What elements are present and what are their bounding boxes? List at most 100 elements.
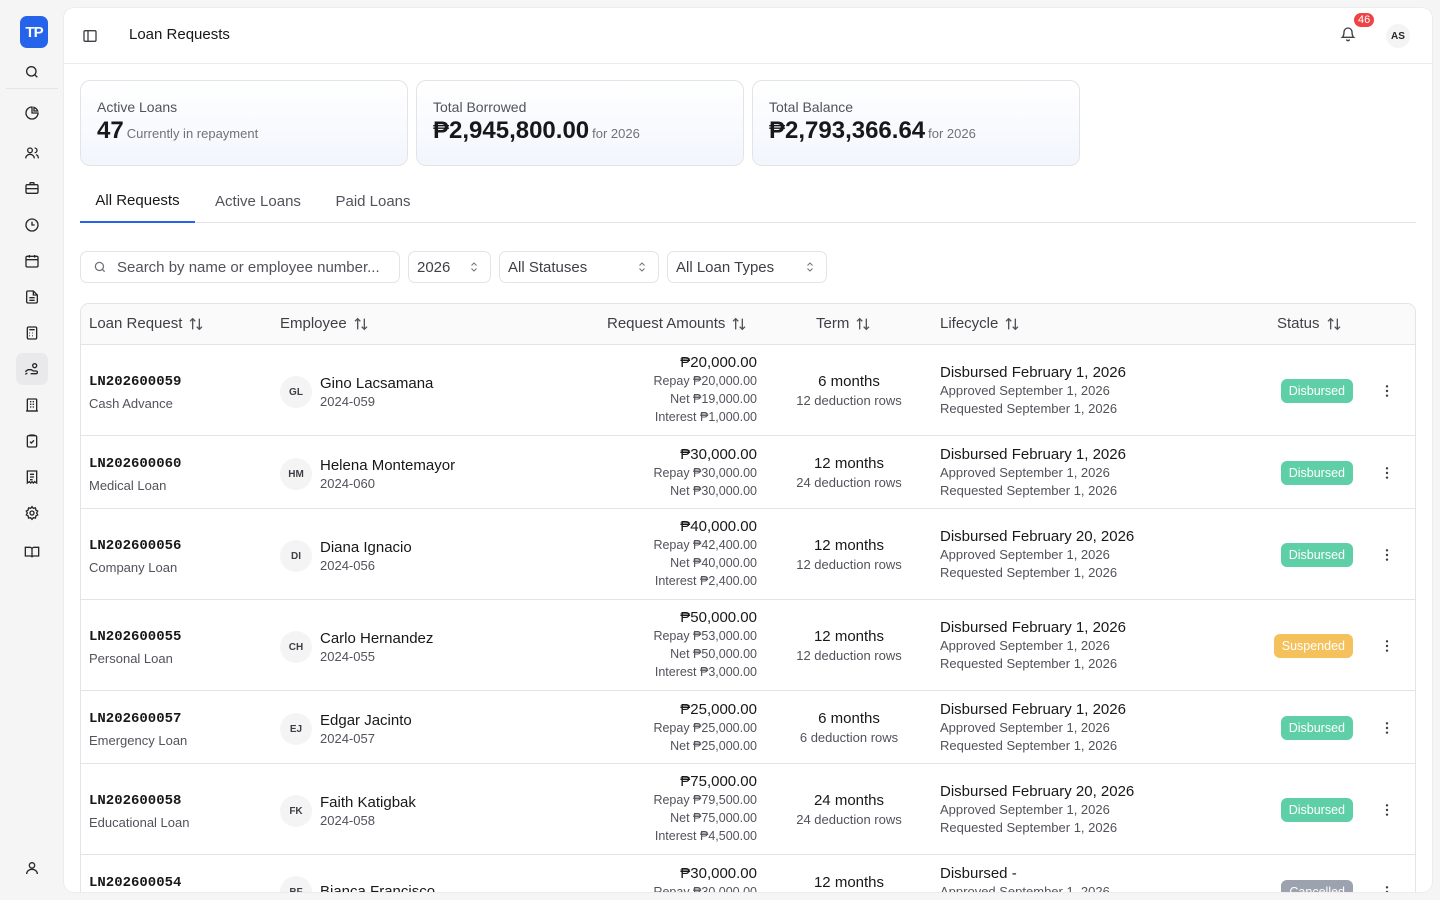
- table-row[interactable]: LN202600060 Medical Loan HM Helena Monte…: [81, 436, 1415, 509]
- deduction-rows: 12 deduction rows: [796, 648, 902, 663]
- loan-hand-icon[interactable]: [16, 353, 48, 385]
- row-actions-menu-icon[interactable]: [1375, 543, 1399, 567]
- table-row[interactable]: LN202600058 Educational Loan FK Faith Ka…: [81, 764, 1415, 855]
- term-months: 12 months: [813, 628, 885, 645]
- loan-request-cell: LN202600058 Educational Loan: [89, 793, 189, 830]
- stat-suffix: for 2026: [928, 126, 976, 141]
- lifecycle-event: Disbursed February 20, 2026: [940, 783, 1135, 800]
- chart-pie-icon[interactable]: [16, 97, 48, 129]
- search-input[interactable]: [117, 258, 387, 276]
- amount-detail: Net ₱75,000.00: [670, 811, 757, 825]
- sort-icon: [189, 317, 203, 330]
- building-icon[interactable]: [16, 389, 48, 421]
- amount-detail: Net ₱19,000.00: [670, 392, 757, 406]
- icon-rail: TP: [0, 0, 64, 900]
- employee-number: 2024-056: [320, 558, 375, 573]
- loan-number[interactable]: LN202600058: [89, 793, 189, 809]
- loan-number[interactable]: LN202600059: [89, 374, 181, 390]
- row-actions-menu-icon[interactable]: [1375, 634, 1399, 658]
- employee-name: Helena Montemayor: [320, 457, 456, 474]
- calendar-icon[interactable]: [16, 245, 48, 277]
- book-open-icon[interactable]: [16, 536, 48, 568]
- request-amounts-cell: ₱40,000.00 Repay ₱42,400.00 Net ₱40,000.00…: [557, 517, 757, 590]
- loan-type-select[interactable]: All Loan Types: [667, 251, 827, 283]
- sidebar-toggle-icon[interactable]: [80, 24, 100, 48]
- clipboard-check-icon[interactable]: [16, 425, 48, 457]
- row-actions-menu-icon[interactable]: [1375, 379, 1399, 403]
- chevron-up-down-icon: [639, 262, 645, 272]
- employee-avatar: DI: [280, 540, 312, 572]
- amount-detail: Repay ₱53,000.00: [653, 629, 757, 643]
- loan-number[interactable]: LN202600060: [89, 456, 181, 472]
- tab-paid-loans[interactable]: Paid Loans: [325, 180, 421, 223]
- employee-avatar: HM: [280, 458, 312, 490]
- amount-detail: Interest ₱1,000.00: [654, 410, 757, 424]
- employee-avatar: BF: [280, 876, 312, 892]
- stat-card-active-loans: Active Loans 47 Currently in repayment: [80, 80, 408, 166]
- amount-detail: Net ₱30,000.00: [670, 484, 757, 498]
- app-logo[interactable]: TP: [20, 16, 48, 48]
- table-row[interactable]: LN202600054 BF Bianca Francisco ₱30,000.…: [81, 855, 1415, 892]
- employee-cell: HM Helena Montemayor 2024-060: [280, 457, 455, 491]
- tab-all-requests[interactable]: All Requests: [80, 180, 195, 223]
- row-actions-menu-icon[interactable]: [1375, 880, 1399, 892]
- table-row[interactable]: LN202600059 Cash Advance GL Gino Lacsama…: [81, 345, 1415, 436]
- bell-icon[interactable]: [1340, 26, 1360, 46]
- table-row[interactable]: LN202600056 Company Loan DI Diana Ignaci…: [81, 509, 1415, 600]
- notification-count-badge[interactable]: 46: [1352, 11, 1377, 29]
- loan-number[interactable]: LN202600057: [89, 711, 187, 727]
- request-amount: ₱40,000.00: [680, 518, 757, 535]
- briefcase-icon[interactable]: [16, 172, 48, 204]
- lifecycle-event: Disbursed February 20, 2026: [940, 528, 1135, 545]
- employee-number: 2024-057: [320, 731, 375, 746]
- gear-icon[interactable]: [16, 497, 48, 529]
- row-actions-menu-icon[interactable]: [1375, 716, 1399, 740]
- lifecycle-cell: Disbursed February 1, 2026 Approved Septe…: [940, 618, 1126, 673]
- column-header-term[interactable]: Term: [816, 315, 871, 332]
- amount-detail: Interest ₱3,000.00: [654, 665, 757, 679]
- employee-cell: EJ Edgar Jacinto 2024-057: [280, 712, 412, 746]
- user-avatar[interactable]: AS: [1386, 24, 1410, 48]
- table-row[interactable]: LN202600057 Emergency Loan EJ Edgar Jaci…: [81, 691, 1415, 764]
- year-select[interactable]: 2026: [408, 251, 491, 283]
- employee-name: Gino Lacsamana: [320, 375, 434, 392]
- lifecycle-event: Approved September 1, 2026: [940, 547, 1110, 562]
- receipt-icon[interactable]: [16, 461, 48, 493]
- loan-type: Educational Loan: [89, 815, 190, 830]
- tab-active-loans[interactable]: Active Loans: [203, 180, 313, 223]
- request-amount: ₱30,000.00: [680, 865, 757, 882]
- lifecycle-event: Requested September 1, 2026: [940, 656, 1118, 671]
- column-header-request-amounts[interactable]: Request Amounts: [607, 315, 747, 332]
- employee-number: 2024-059: [320, 394, 375, 409]
- clock-icon[interactable]: [16, 209, 48, 241]
- employee-number: 2024-058: [320, 813, 375, 828]
- column-header-status[interactable]: Status: [1277, 315, 1342, 332]
- request-amounts-cell: ₱50,000.00 Repay ₱53,000.00 Net ₱50,000.00…: [557, 608, 757, 681]
- column-header-loan-request[interactable]: Loan Request: [89, 315, 204, 332]
- document-icon[interactable]: [16, 281, 48, 313]
- loan-number[interactable]: LN202600055: [89, 629, 181, 645]
- users-icon[interactable]: [16, 137, 48, 169]
- term-months: 24 months: [813, 792, 885, 809]
- loan-request-cell: LN202600060 Medical Loan: [89, 456, 181, 493]
- loan-request-cell: LN202600056 Company Loan: [89, 538, 181, 575]
- column-header-employee[interactable]: Employee: [280, 315, 369, 332]
- lifecycle-event: Approved September 1, 2026: [940, 465, 1110, 480]
- user-icon[interactable]: [16, 852, 48, 884]
- loan-request-cell: LN202600055 Personal Loan: [89, 629, 181, 666]
- amount-detail: Repay ₱42,400.00: [653, 538, 757, 552]
- loan-number[interactable]: LN202600056: [89, 538, 181, 554]
- stat-value: ₱2,793,366.64: [769, 117, 926, 144]
- page-title: Loan Requests: [129, 26, 230, 43]
- term-months: 6 months: [818, 373, 880, 390]
- table-row[interactable]: LN202600055 Personal Loan CH Carlo Herna…: [81, 600, 1415, 691]
- lifecycle-event: Requested September 1, 2026: [940, 565, 1118, 580]
- calculator-icon[interactable]: [16, 317, 48, 349]
- loan-number[interactable]: LN202600054: [89, 875, 181, 891]
- status-select[interactable]: All Statuses: [499, 251, 659, 283]
- search-icon[interactable]: [16, 56, 48, 88]
- column-header-lifecycle[interactable]: Lifecycle: [940, 315, 1020, 332]
- lifecycle-event: Approved September 1, 2026: [940, 383, 1110, 398]
- row-actions-menu-icon[interactable]: [1375, 798, 1399, 822]
- row-actions-menu-icon[interactable]: [1375, 461, 1399, 485]
